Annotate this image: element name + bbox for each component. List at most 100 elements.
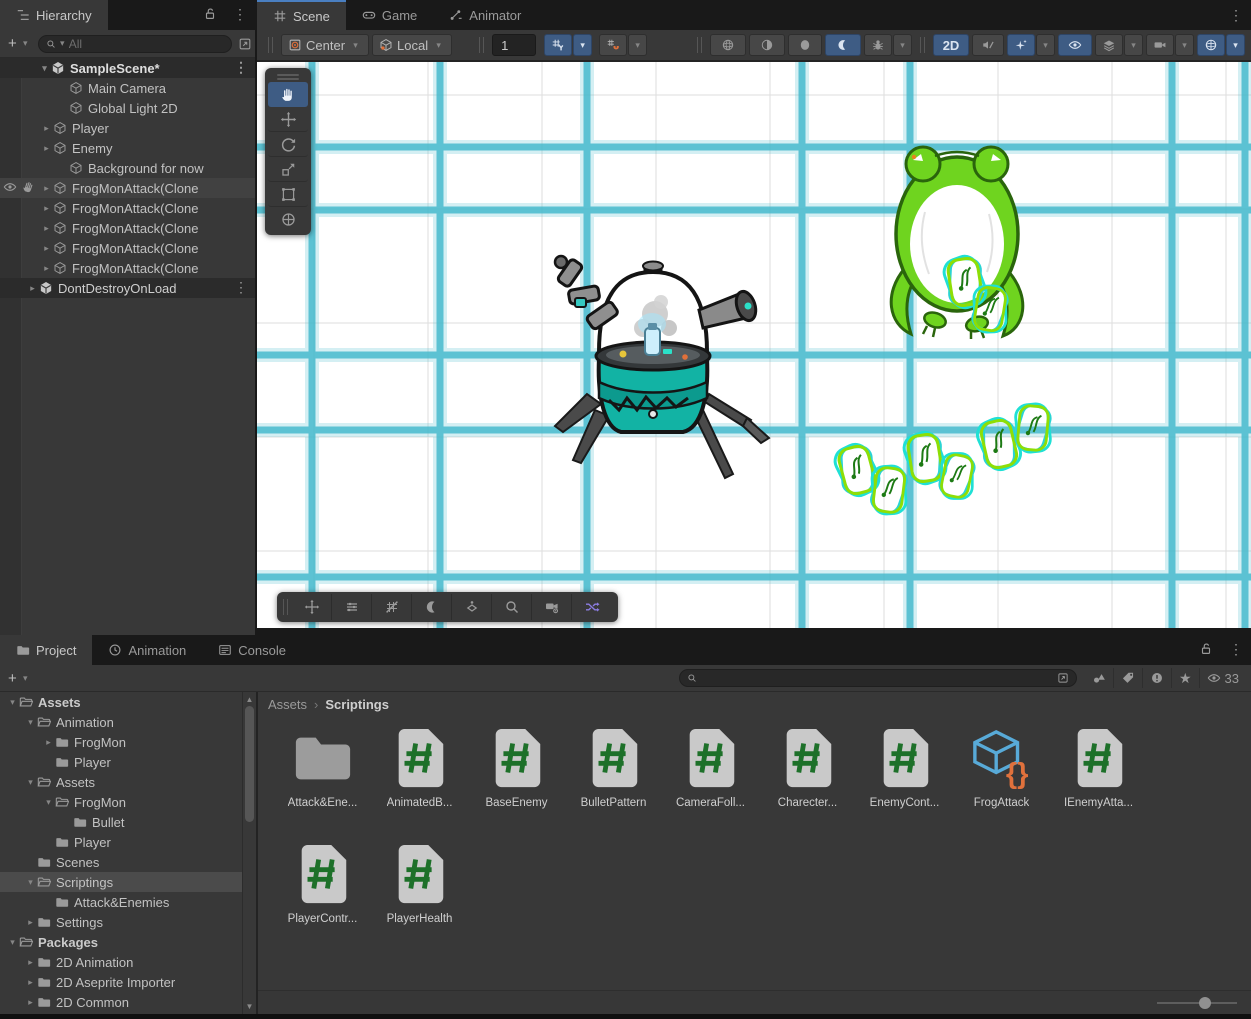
expand-arrow-icon[interactable]: ▸	[26, 283, 39, 294]
project-search[interactable]	[678, 669, 1077, 687]
rotate-tool-button[interactable]	[268, 132, 308, 157]
layers-button[interactable]	[1095, 34, 1123, 56]
grid-snap-button[interactable]	[544, 34, 573, 56]
expand-arrow-icon[interactable]: ▸	[40, 183, 53, 194]
dontdestroy-header-row[interactable]: ▸ DontDestroyOnLoad ⋮	[0, 278, 255, 298]
tab-animator[interactable]: Animator	[433, 0, 537, 30]
rect-tool-button[interactable]	[268, 182, 308, 207]
hierarchy-search[interactable]: ▾	[37, 34, 232, 53]
folder-tree-item[interactable]: ▸ 2D Aseprite Importer	[0, 972, 256, 992]
effects-dropdown[interactable]: ▾	[1036, 34, 1055, 56]
gizmo-selection-button[interactable]	[452, 594, 492, 620]
snap-increment-button[interactable]	[599, 34, 628, 56]
search-overlay-button[interactable]	[492, 594, 532, 620]
create-dropdown-icon[interactable]: ▾	[19, 38, 32, 49]
asset-tile[interactable]: FrogAttack	[953, 725, 1050, 837]
scroll-down-icon[interactable]: ▼	[243, 1002, 256, 1011]
debug-draw-dropdown[interactable]: ▾	[893, 34, 912, 56]
effects-toggle-button[interactable]	[1007, 34, 1035, 56]
scene-visibility-button[interactable]	[1058, 34, 1092, 56]
tree-scrollbar[interactable]: ▲ ▼	[242, 692, 256, 1014]
project-search-input[interactable]	[699, 671, 1054, 685]
tab-game[interactable]: Game	[346, 0, 433, 30]
expand-arrow-icon[interactable]: ▸	[24, 957, 37, 968]
scrollbar-thumb[interactable]	[245, 706, 254, 822]
slider-thumb[interactable]	[1199, 997, 1211, 1009]
draw-mode-wireframe-button[interactable]	[710, 34, 746, 56]
folder-tree-item[interactable]: ▾ Packages	[0, 932, 256, 952]
expand-arrow-icon[interactable]: ▸	[40, 243, 53, 254]
hand-tool-button[interactable]	[268, 82, 308, 107]
asset-tile[interactable]: EnemyCont...	[856, 725, 953, 837]
hierarchy-item[interactable]: Global Light 2D	[0, 98, 255, 118]
asset-tile[interactable]: PlayerContr...	[274, 841, 371, 953]
search-by-type-button[interactable]	[1085, 668, 1114, 688]
expand-arrow-icon[interactable]: ▸	[40, 263, 53, 274]
overlay-drag-handle[interactable]	[277, 78, 299, 80]
pickability-hand-icon[interactable]	[20, 178, 38, 196]
hierarchy-item[interactable]: Background for now	[0, 158, 255, 178]
gizmos-button[interactable]	[1197, 34, 1225, 56]
kebab-menu-icon[interactable]: ⋮	[1229, 642, 1243, 656]
move-overlay-button[interactable]	[292, 594, 332, 620]
folder-tree-item[interactable]: ▸ 2D Common	[0, 992, 256, 1012]
folder-tree-item[interactable]: ▾ Animation	[0, 712, 256, 732]
expand-arrow-icon[interactable]: ▾	[24, 877, 37, 888]
expand-arrow-icon[interactable]: ▸	[42, 737, 55, 748]
debug-draw-button[interactable]	[864, 34, 892, 56]
view-settings-button[interactable]	[332, 594, 372, 620]
expand-arrow-icon[interactable]: ▸	[24, 997, 37, 1008]
hierarchy-item[interactable]: ▸ FrogMonAttack(Clone	[0, 238, 255, 258]
expand-arrow-icon[interactable]: ▸	[24, 977, 37, 988]
2d-mode-button[interactable]: 2D	[933, 34, 969, 56]
lighting-button[interactable]	[412, 594, 452, 620]
kebab-menu-icon[interactable]: ⋮	[234, 280, 248, 294]
hierarchy-item[interactable]: ▸ FrogMonAttack(Clone	[0, 178, 255, 198]
search-by-importance-button[interactable]	[1143, 668, 1172, 688]
folder-tree-item[interactable]: Player	[0, 832, 256, 852]
expand-arrow-icon[interactable]: ▸	[40, 203, 53, 214]
asset-tile[interactable]: BaseEnemy	[468, 725, 565, 837]
folder-tree-item[interactable]: Player	[0, 752, 256, 772]
maximize-search-icon[interactable]	[1057, 672, 1069, 684]
overlay-drag-handle[interactable]	[283, 599, 288, 615]
scroll-up-icon[interactable]: ▲	[243, 695, 256, 704]
toolbar-drag-handle[interactable]	[268, 37, 273, 53]
tab-hierarchy[interactable]: Hierarchy	[0, 0, 108, 30]
folder-tree-item[interactable]: ▸ Settings	[0, 912, 256, 932]
expand-arrow-icon[interactable]: ▸	[40, 223, 53, 234]
scene-header-row[interactable]: ▾ SampleScene* ⋮	[0, 58, 255, 78]
layers-dropdown[interactable]: ▾	[1124, 34, 1143, 56]
expand-arrow-icon[interactable]: ▸	[24, 917, 37, 928]
folder-tree-item[interactable]: ▾ Assets	[0, 772, 256, 792]
create-asset-button[interactable]: +	[8, 670, 17, 687]
scale-tool-button[interactable]	[268, 157, 308, 182]
asset-tile[interactable]: AnimatedB...	[371, 725, 468, 837]
folder-tree-item[interactable]: ▾ Assets	[0, 692, 256, 712]
breadcrumb-current[interactable]: Scriptings	[325, 697, 389, 712]
kebab-menu-icon[interactable]: ⋮	[233, 7, 247, 21]
asset-tile[interactable]: Attack&Ene...	[274, 725, 371, 837]
expand-arrow-icon[interactable]: ▾	[24, 777, 37, 788]
breadcrumb-root[interactable]: Assets	[268, 697, 307, 712]
hierarchy-search-input[interactable]	[68, 36, 224, 51]
folder-tree-item[interactable]: Bullet	[0, 812, 256, 832]
visibility-eye-icon[interactable]	[3, 180, 17, 194]
grid-visibility-button[interactable]	[372, 594, 412, 620]
tab-console[interactable]: Console	[202, 635, 302, 665]
draw-mode-shaded-wire-button[interactable]	[749, 34, 785, 56]
folder-tree-item[interactable]: Attack&Enemies	[0, 892, 256, 912]
expand-arrow-icon[interactable]: ▾	[24, 717, 37, 728]
hierarchy-item[interactable]: ▸ Player	[0, 118, 255, 138]
create-object-button[interactable]: +	[8, 35, 17, 52]
folder-tree-item-selected[interactable]: ▾ Scriptings	[0, 872, 256, 892]
hierarchy-item[interactable]: ▸ FrogMonAttack(Clone	[0, 258, 255, 278]
hidden-count-button[interactable]: 33	[1200, 668, 1246, 688]
gizmos-dropdown[interactable]: ▾	[1226, 34, 1245, 56]
tab-scene[interactable]: Scene	[257, 0, 346, 30]
hierarchy-item[interactable]: Main Camera	[0, 78, 255, 98]
folder-tree-item[interactable]: Scenes	[0, 852, 256, 872]
folder-tree-item[interactable]: ▾ FrogMon	[0, 792, 256, 812]
transform-tool-button[interactable]	[268, 207, 308, 232]
toolbar-drag-handle[interactable]	[697, 37, 702, 53]
